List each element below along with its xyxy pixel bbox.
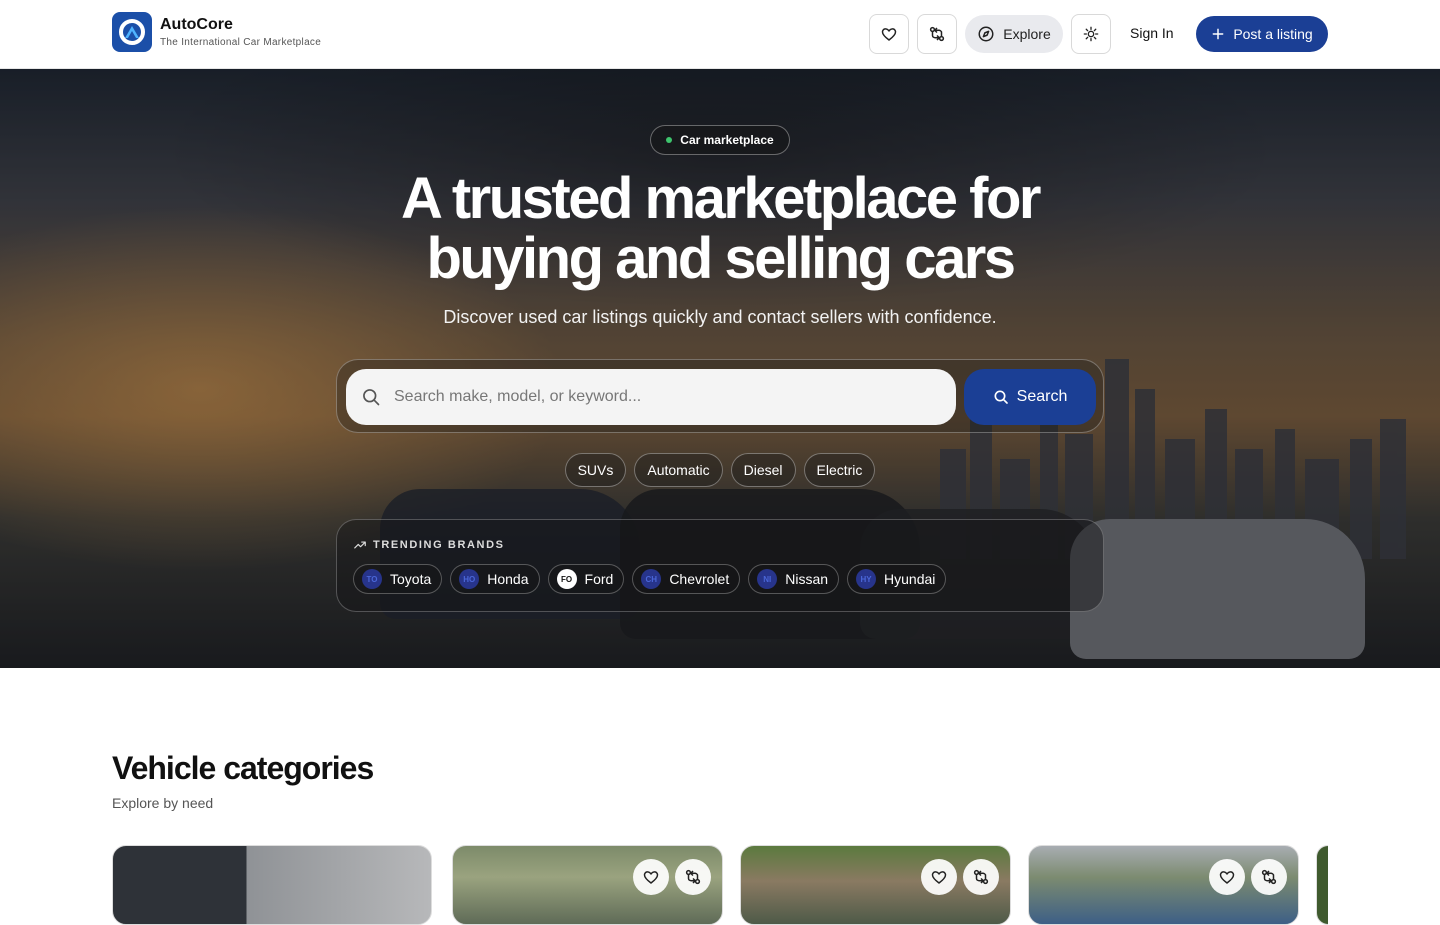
compass-icon (978, 26, 994, 42)
brand-name[interactable]: AutoCore (160, 16, 233, 34)
favorite-button[interactable] (633, 859, 669, 895)
heart-icon (881, 28, 897, 41)
trending-header: TRENDING BRANDS (353, 538, 505, 552)
search-icon (363, 389, 380, 406)
quick-filter-chips: SUVs Automatic Diesel Electric (0, 453, 1440, 487)
status-dot (666, 137, 673, 143)
brand-logo-icon: NI (757, 569, 778, 589)
brand-chip-ford[interactable]: FO Ford (547, 564, 625, 594)
brand-chip-honda[interactable]: HO Honda (450, 564, 540, 594)
trending-brands-panel: TRENDING BRANDS TO Toyota HO Honda FO Fo… (336, 519, 1104, 612)
post-listing-button[interactable]: Post a listing (1196, 16, 1328, 52)
compare-icon (973, 869, 989, 885)
plus-icon (1212, 28, 1224, 40)
brand-label: Chevrolet (669, 571, 730, 587)
hero-title: A trusted marketplace for buying and sel… (320, 169, 1120, 289)
heart-icon (931, 871, 947, 884)
search-icon (994, 390, 1008, 404)
brand-label: Toyota (390, 571, 432, 587)
top-navbar: AutoCore The International Car Marketpla… (0, 0, 1440, 69)
explore-button[interactable]: Explore (965, 15, 1063, 53)
vehicle-card[interactable] (452, 845, 723, 925)
hero-title-line: A trusted marketplace for (400, 166, 1042, 231)
favorites-button[interactable] (869, 14, 909, 54)
search-bar: Search (336, 359, 1104, 433)
trending-title: TRENDING BRANDS (373, 539, 505, 551)
vehicle-card[interactable] (1028, 845, 1299, 925)
brand-tagline: The International Car Marketplace (160, 37, 322, 48)
marketplace-badge: Car marketplace (650, 125, 790, 155)
section-subtitle: Explore by need (112, 795, 214, 811)
filter-chip-diesel[interactable]: Diesel (730, 453, 796, 487)
brand-logo-icon: TO (362, 569, 382, 589)
brand-label: Hyundai (884, 571, 936, 587)
vehicle-card[interactable] (1316, 845, 1328, 925)
badge-label: Car marketplace (680, 133, 774, 147)
search-button-label: Search (1016, 388, 1068, 405)
brand-chip-toyota[interactable]: TO Toyota (353, 564, 443, 594)
compare-button[interactable] (917, 14, 957, 54)
compare-icon (1261, 869, 1277, 885)
filter-chip-automatic[interactable]: Automatic (634, 453, 723, 487)
hero-title-line: buying and selling cars (426, 226, 1016, 291)
brand-chip-hyundai[interactable]: HY Hyundai (847, 564, 947, 594)
trending-up-icon (354, 541, 366, 549)
search-input[interactable] (346, 369, 956, 425)
brand-logo-icon: FO (556, 569, 577, 589)
brand-chips: TO Toyota HO Honda FO Ford CH Chevrolet … (353, 564, 947, 594)
post-listing-label: Post a listing (1233, 26, 1313, 42)
brand-logo-icon: HO (459, 569, 480, 589)
brand-logo-icon: HY (856, 569, 877, 589)
compare-button[interactable] (1251, 859, 1287, 895)
heart-icon (643, 871, 659, 884)
compare-icon (685, 869, 701, 885)
explore-label: Explore (1003, 26, 1051, 42)
logo-mark-icon (119, 19, 145, 45)
vehicle-card[interactable] (740, 845, 1011, 925)
section-title: Vehicle categories (112, 750, 374, 786)
category-card[interactable] (112, 845, 432, 925)
brand-label: Ford (584, 571, 614, 587)
brand-label: Nissan (785, 571, 829, 587)
brand-label: Honda (487, 571, 529, 587)
brand-chip-chevrolet[interactable]: CH Chevrolet (632, 564, 741, 594)
compare-button[interactable] (963, 859, 999, 895)
brand-logo-icon: CH (641, 569, 662, 589)
favorite-button[interactable] (921, 859, 957, 895)
hero-subtitle: Discover used car listings quickly and c… (443, 307, 997, 327)
filter-chip-suvs[interactable]: SUVs (564, 453, 627, 487)
theme-toggle-button[interactable] (1071, 14, 1111, 54)
hero-section: Car marketplace A trusted marketplace fo… (0, 69, 1440, 668)
search-button[interactable]: Search (964, 369, 1096, 425)
compare-icon (929, 26, 945, 42)
heart-icon (1219, 871, 1235, 884)
autocore-logo[interactable] (112, 12, 152, 52)
sun-icon (1083, 26, 1099, 42)
sign-in-link[interactable]: Sign In (1130, 25, 1174, 41)
filter-chip-electric[interactable]: Electric (803, 453, 876, 487)
compare-button[interactable] (675, 859, 711, 895)
brand-chip-nissan[interactable]: NI Nissan (748, 564, 840, 594)
favorite-button[interactable] (1209, 859, 1245, 895)
